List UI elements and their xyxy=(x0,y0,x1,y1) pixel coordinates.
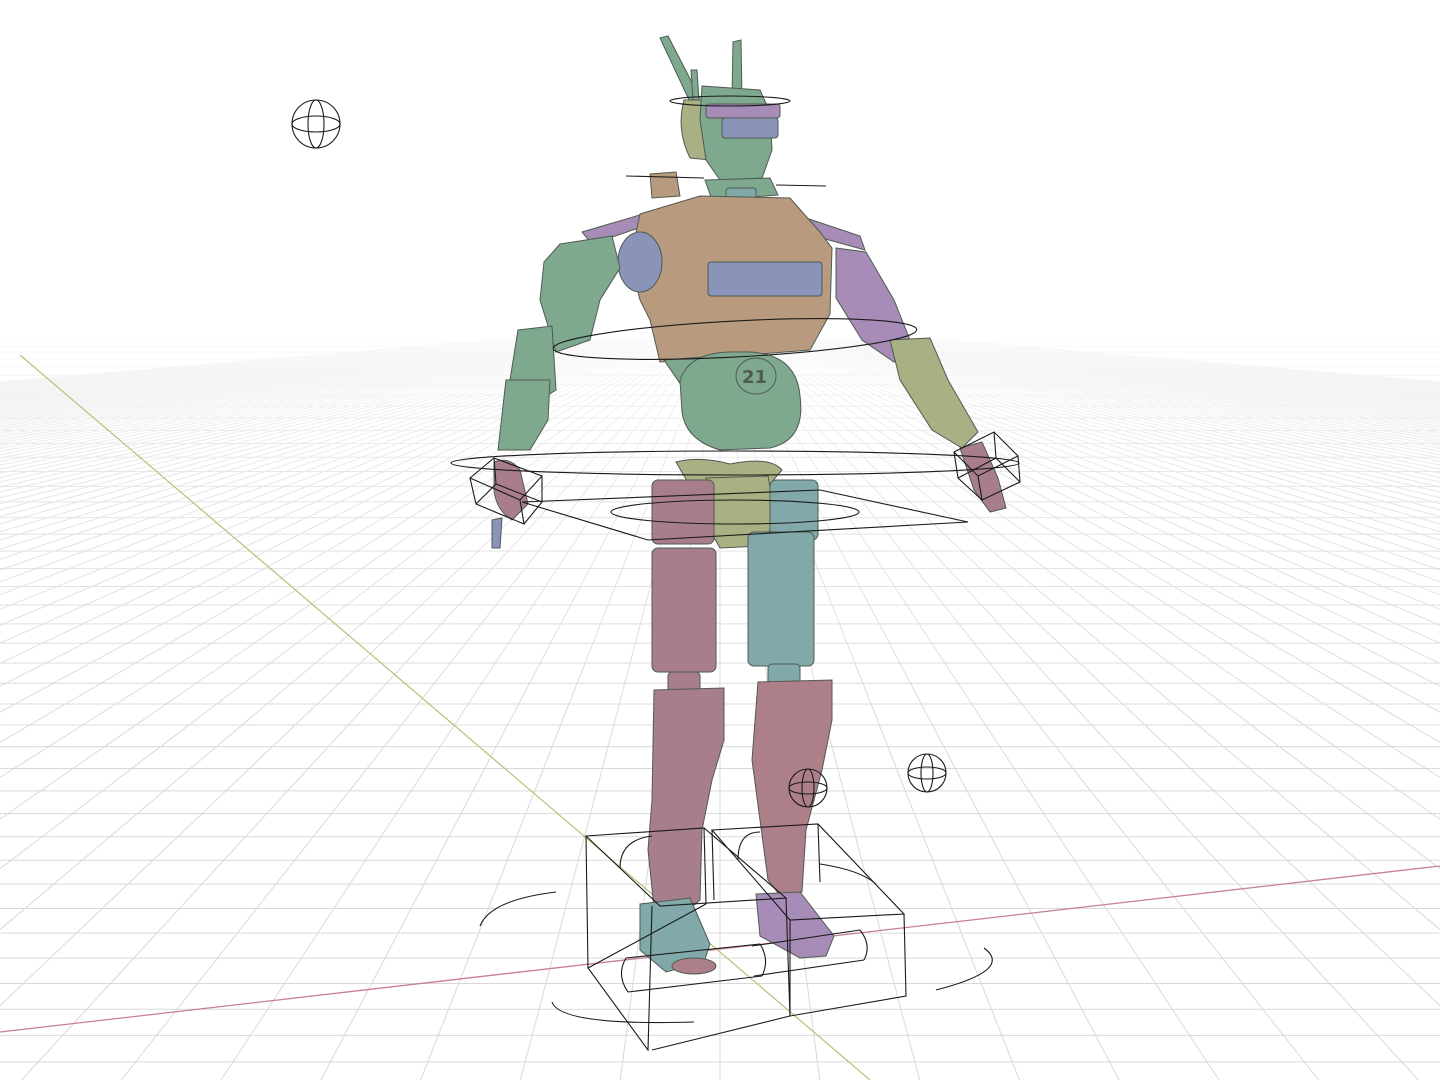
3d-viewport[interactable]: 21 xyxy=(0,0,1440,1080)
model-number-label: 21 xyxy=(742,367,767,388)
